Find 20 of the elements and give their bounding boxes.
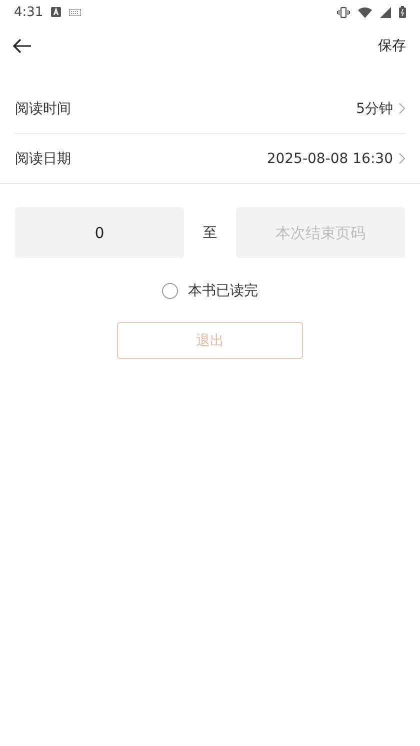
vibrate-icon	[337, 6, 350, 18]
end-page-field[interactable]: 本次结束页码	[236, 207, 405, 258]
save-button[interactable]: 保存	[378, 37, 406, 55]
setting-value[interactable]: 2025-08-08 16:30	[266, 150, 393, 166]
range-separator: 至	[202, 224, 218, 242]
start-page-field[interactable]: 0	[15, 207, 184, 258]
chevron-icon	[399, 103, 405, 114]
wifi-icon	[358, 6, 372, 18]
signal-icon	[380, 6, 391, 18]
finished-label: 本书已读完	[188, 282, 258, 300]
back-button[interactable]	[12, 38, 32, 54]
setting-value[interactable]: 5分钟	[356, 100, 393, 118]
notification-icon	[51, 7, 62, 17]
chevron-icon	[399, 153, 405, 164]
setting-label: 阅读时间	[15, 100, 72, 118]
setting-label: 阅读日期	[15, 150, 72, 168]
finished-radio[interactable]	[162, 283, 178, 299]
battery-icon	[399, 6, 406, 18]
status-time: 4:31	[14, 4, 44, 20]
keyboard-icon	[69, 8, 82, 16]
